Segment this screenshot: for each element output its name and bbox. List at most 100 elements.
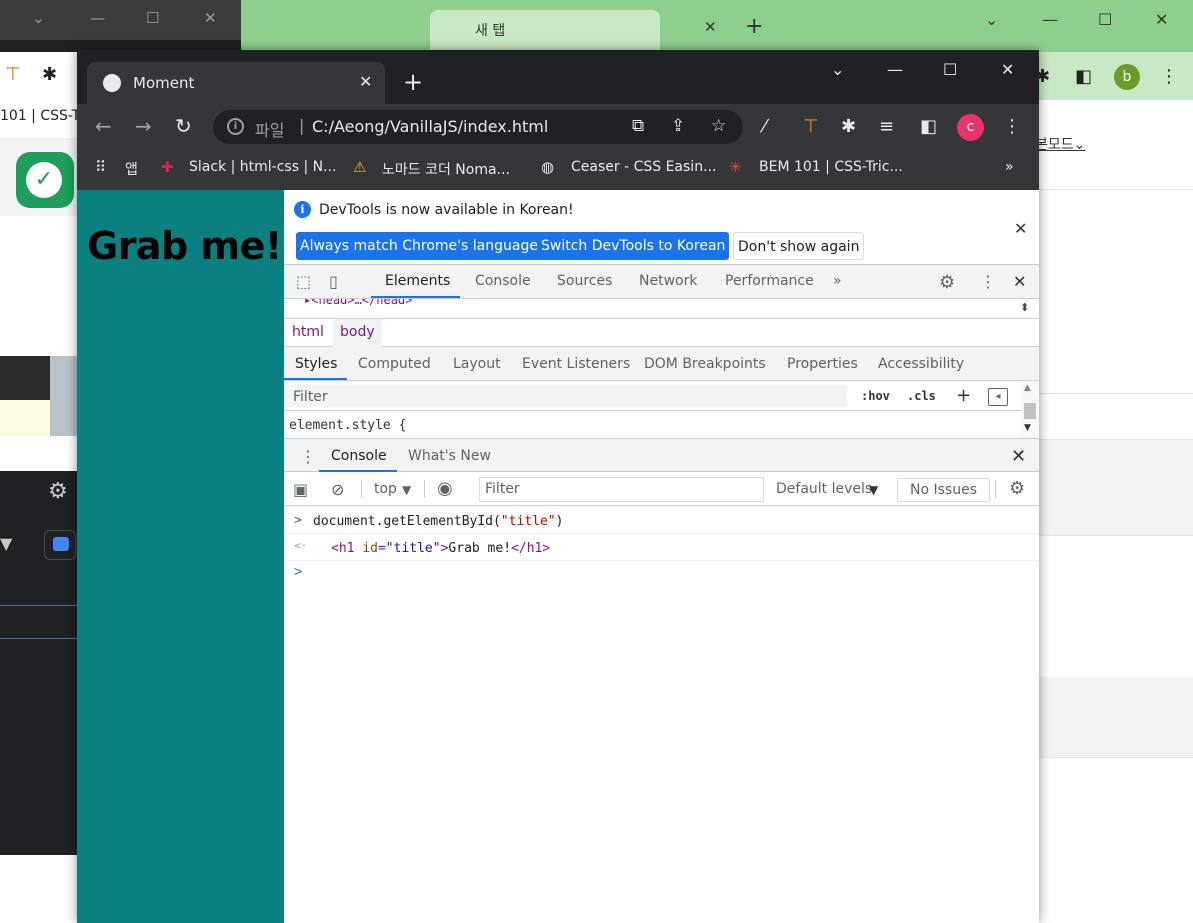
settings-gear-icon[interactable]: ⚙ xyxy=(939,272,955,293)
dropdown-arrow-icon[interactable]: ▼ xyxy=(0,534,12,553)
side-panel-icon[interactable]: ◧ xyxy=(920,116,937,137)
sidebar-toggle-icon[interactable]: ▣ xyxy=(293,480,308,499)
star-icon[interactable]: ☆ xyxy=(711,116,726,136)
chevron-down-icon[interactable]: ⌄ xyxy=(32,9,45,27)
tab-performance[interactable]: Performance xyxy=(725,273,814,289)
drawer-menu-icon[interactable]: ⋮ xyxy=(300,447,316,466)
tab-network[interactable]: Network xyxy=(639,273,697,289)
extension-icon[interactable]: ⊤ xyxy=(803,116,819,137)
apps-icon[interactable]: ⠿ xyxy=(95,158,106,176)
close-icon[interactable]: ✕ xyxy=(1014,219,1027,238)
new-style-rule-icon[interactable]: + xyxy=(956,385,971,406)
bookmark-item[interactable]: 앱 xyxy=(125,159,138,179)
scrollbar-thumb[interactable] xyxy=(1024,403,1036,419)
issues-button[interactable]: No Issues xyxy=(897,478,990,502)
url-text[interactable]: C:/Aeong/VanillaJS/index.html xyxy=(312,117,548,136)
device-toolbar-icon[interactable]: ▯ xyxy=(329,272,338,291)
switch-korean-button[interactable]: Switch DevTools to Korean xyxy=(537,232,730,260)
clear-console-icon[interactable]: ⊘ xyxy=(331,480,344,499)
inspect-icon[interactable]: ⬚ xyxy=(296,272,311,291)
toggle-sidebar-icon[interactable]: ◂ xyxy=(988,388,1008,406)
extensions-icon[interactable]: ✱ xyxy=(841,116,856,137)
bookmark-item[interactable]: 101 | CSS-T xyxy=(0,108,80,124)
page-title[interactable]: Grab me! xyxy=(87,224,282,268)
menu-kebab-icon[interactable]: ⋮ xyxy=(1003,116,1021,137)
close-devtools-icon[interactable]: ✕ xyxy=(1013,272,1026,291)
forward-icon[interactable]: → xyxy=(135,114,152,138)
tab-layout[interactable]: Layout xyxy=(453,356,501,372)
console-input-line[interactable]: document.getElementById("title") xyxy=(313,514,563,529)
console-prompt[interactable]: > xyxy=(294,564,302,580)
tab-styles[interactable]: Styles xyxy=(295,356,337,372)
menu-kebab-icon[interactable]: ⋮ xyxy=(1160,66,1178,87)
extensions-icon[interactable]: ✱ xyxy=(42,64,57,85)
maximize-icon[interactable]: ☐ xyxy=(146,9,159,27)
dont-show-button[interactable]: Don't show again xyxy=(733,232,865,260)
tab-new-tab[interactable] xyxy=(430,10,660,52)
cls-toggle[interactable]: .cls xyxy=(907,389,936,403)
scroll-arrows-icon[interactable]: ⬍ xyxy=(1020,301,1029,314)
minimize-icon[interactable]: — xyxy=(90,9,105,27)
bookmark-item[interactable]: BEM 101 | CSS-Tric... xyxy=(759,159,903,175)
tab-whats-new[interactable]: What's New xyxy=(408,448,491,464)
hov-toggle[interactable]: :hov xyxy=(861,389,890,403)
tab-dom-breakpoints[interactable]: DOM Breakpoints xyxy=(644,356,766,372)
share-icon[interactable]: ⇪ xyxy=(671,116,685,136)
breadcrumb-body[interactable]: body xyxy=(340,324,375,340)
tab-sources[interactable]: Sources xyxy=(557,273,612,289)
context-selector[interactable]: top xyxy=(374,481,397,497)
gear-icon[interactable]: ⚙ xyxy=(48,479,68,504)
chevron-down-icon[interactable]: ⌄ xyxy=(985,10,998,29)
maximize-icon[interactable]: ☐ xyxy=(943,60,957,79)
tab-console[interactable]: Console xyxy=(475,273,531,289)
media-icon[interactable]: ≡ xyxy=(879,116,894,137)
chevron-down-icon[interactable]: ⌄ xyxy=(831,60,844,79)
scroll-down-icon[interactable]: ▼ xyxy=(1024,423,1031,433)
info-icon[interactable]: i xyxy=(227,118,244,135)
side-panel-icon[interactable]: ◧ xyxy=(1075,66,1092,87)
element-style-rule[interactable]: element.style { xyxy=(289,418,406,433)
log-levels-dropdown[interactable]: Default levels xyxy=(776,481,872,497)
chevron-down-icon[interactable]: ▼ xyxy=(402,483,411,497)
bookmark-item[interactable]: 노마드 코더 Noma... xyxy=(382,159,510,179)
dom-node-head[interactable]: ▸<head>…</head> xyxy=(304,299,412,307)
close-drawer-icon[interactable]: ✕ xyxy=(1011,446,1026,467)
maximize-icon[interactable]: ☐ xyxy=(1098,10,1112,29)
extension-icon[interactable]: ⊤ xyxy=(5,64,21,85)
close-icon[interactable]: ✕ xyxy=(704,18,717,36)
console-settings-gear-icon[interactable]: ⚙ xyxy=(1009,478,1025,499)
scroll-up-icon[interactable]: ▲ xyxy=(1024,383,1031,393)
minimize-icon[interactable]: — xyxy=(1042,10,1058,29)
styles-filter-input[interactable] xyxy=(287,385,847,407)
close-window-icon[interactable]: ✕ xyxy=(1001,60,1014,79)
close-window-icon[interactable]: ✕ xyxy=(1155,10,1168,29)
tab-console[interactable]: Console xyxy=(331,448,387,464)
tab-computed[interactable]: Computed xyxy=(358,356,431,372)
close-window-icon[interactable]: ✕ xyxy=(204,9,217,27)
close-tab-icon[interactable]: ✕ xyxy=(359,72,372,91)
tab-properties[interactable]: Properties xyxy=(787,356,858,372)
eye-icon[interactable]: ◉ xyxy=(437,478,453,499)
back-icon[interactable]: ← xyxy=(95,114,112,138)
translate-icon[interactable]: ⧉ xyxy=(632,116,644,136)
bookmarks-overflow[interactable]: » xyxy=(1005,159,1014,175)
breadcrumb-html[interactable]: html xyxy=(292,324,324,340)
new-tab-icon[interactable]: + xyxy=(745,14,763,39)
match-language-button[interactable]: Always match Chrome's language xyxy=(296,232,542,260)
tab-moment[interactable] xyxy=(87,62,385,104)
new-tab-icon[interactable]: + xyxy=(403,68,423,96)
bookmark-item[interactable]: Ceaser - CSS Easin... xyxy=(571,159,716,175)
tab-event-listeners[interactable]: Event Listeners xyxy=(522,356,630,372)
bookmark-item[interactable]: Slack | html-css | N... xyxy=(189,159,336,175)
avatar[interactable]: b xyxy=(1114,64,1140,90)
minimize-icon[interactable]: — xyxy=(887,60,903,79)
console-output-line[interactable]: <h1 id="title">Grab me!</h1> xyxy=(331,541,550,556)
console-filter-input[interactable] xyxy=(479,477,764,502)
more-tabs-icon[interactable]: » xyxy=(833,273,842,289)
chevron-down-icon[interactable]: ▼ xyxy=(869,483,878,497)
more-kebab-icon[interactable]: ⋮ xyxy=(980,272,996,291)
pen-extension-icon[interactable]: ⁄ xyxy=(763,116,766,137)
avatar[interactable]: c xyxy=(957,114,984,141)
mode-link[interactable]: 본모드⌄ xyxy=(1035,134,1085,154)
tab-accessibility[interactable]: Accessibility xyxy=(878,356,964,372)
